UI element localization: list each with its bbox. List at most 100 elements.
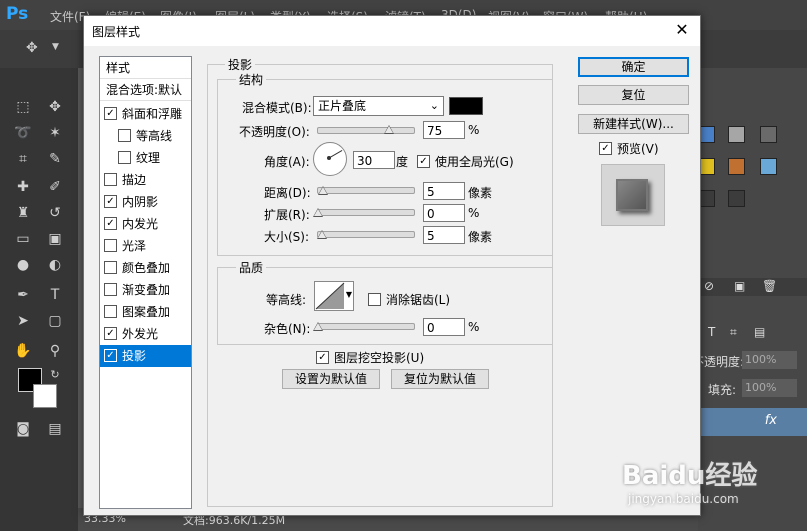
checkbox[interactable]: ✓ xyxy=(104,217,117,230)
size-slider-thumb[interactable] xyxy=(317,230,327,239)
stamp-tool-icon[interactable]: ♜ xyxy=(12,202,34,224)
style-item-inner-shadow[interactable]: ✓ 内阴影 xyxy=(100,191,191,213)
new-icon[interactable]: ▣ xyxy=(734,279,745,293)
new-style-button[interactable]: 新建样式(W)... xyxy=(578,114,689,134)
hand-tool-icon[interactable]: ✋ xyxy=(12,340,34,362)
style-item-inner-glow[interactable]: ✓ 内发光 xyxy=(100,213,191,235)
style-item-satin[interactable]: 光泽 xyxy=(100,235,191,257)
checkbox[interactable]: ✓ xyxy=(599,142,612,155)
checkbox[interactable] xyxy=(118,151,131,164)
style-item-stroke[interactable]: 描边 xyxy=(100,169,191,191)
shape-tool-icon[interactable]: ▢ xyxy=(44,310,66,332)
checkbox[interactable]: ✓ xyxy=(417,155,430,168)
shape-filter-icon[interactable]: ⌗ xyxy=(730,325,737,340)
checkbox[interactable]: ✓ xyxy=(316,351,329,364)
checkbox[interactable] xyxy=(104,173,117,186)
type-filter-icon[interactable]: T xyxy=(708,325,715,339)
checkbox[interactable] xyxy=(104,239,117,252)
marquee-tool-icon[interactable]: ⬚ xyxy=(12,96,34,118)
healing-brush-icon[interactable]: ✚ xyxy=(12,176,34,198)
spread-slider[interactable] xyxy=(317,209,415,216)
contour-picker[interactable]: ▼ xyxy=(314,281,354,311)
angle-input[interactable]: 30 xyxy=(353,151,395,169)
type-tool-icon[interactable]: T xyxy=(44,284,66,306)
style-item-outer-glow[interactable]: ✓ 外发光 xyxy=(100,323,191,345)
checkbox[interactable]: ✓ xyxy=(104,349,117,362)
checkbox[interactable]: ✓ xyxy=(104,195,117,208)
knockout-option[interactable]: ✓ 图层挖空投影(U) xyxy=(316,349,424,366)
style-item-texture[interactable]: 纹理 xyxy=(100,147,191,169)
checkbox[interactable]: ✓ xyxy=(104,327,117,340)
preview-option[interactable]: ✓ 预览(V) xyxy=(599,140,659,157)
reset-default-button[interactable]: 复位为默认值 xyxy=(391,369,489,389)
make-default-button[interactable]: 设置为默认值 xyxy=(282,369,380,389)
spread-slider-thumb[interactable] xyxy=(313,208,323,217)
chevron-down-icon[interactable]: ▼ xyxy=(52,42,59,52)
lasso-tool-icon[interactable]: ➰ xyxy=(12,122,34,144)
noise-slider-thumb[interactable] xyxy=(313,322,323,331)
style-swatch[interactable] xyxy=(728,190,745,207)
blend-options-item[interactable]: 混合选项:默认 xyxy=(100,79,191,101)
history-brush-icon[interactable]: ↺ xyxy=(44,202,66,224)
swap-colors-icon[interactable]: ↻ xyxy=(44,364,66,386)
eraser-tool-icon[interactable]: ▭ xyxy=(12,228,34,250)
style-item-drop-shadow[interactable]: ✓ 投影 xyxy=(100,345,191,367)
checkbox[interactable] xyxy=(368,293,381,306)
size-input[interactable]: 5 xyxy=(423,226,465,244)
style-swatch[interactable] xyxy=(728,126,745,143)
distance-input[interactable]: 5 xyxy=(423,182,465,200)
blur-tool-icon[interactable]: ● xyxy=(12,254,34,276)
noise-input[interactable]: 0 xyxy=(423,318,465,336)
style-item-contour[interactable]: 等高线 xyxy=(100,125,191,147)
checkbox[interactable] xyxy=(104,261,117,274)
style-item-pattern-overlay[interactable]: 图案叠加 xyxy=(100,301,191,323)
eyedropper-icon[interactable]: ✎ xyxy=(44,148,66,170)
dodge-tool-icon[interactable]: ◐ xyxy=(44,254,66,276)
crop-tool-icon[interactable]: ⌗ xyxy=(12,148,34,170)
distance-slider[interactable] xyxy=(317,187,415,194)
screen-mode-icon[interactable]: ▤ xyxy=(44,418,66,440)
gradient-tool-icon[interactable]: ▣ xyxy=(44,228,66,250)
zoom-tool-icon[interactable]: ⚲ xyxy=(44,340,66,362)
style-item-color-overlay[interactable]: 颜色叠加 xyxy=(100,257,191,279)
checkbox[interactable]: ✓ xyxy=(104,107,117,120)
quick-mask-icon[interactable]: ◙ xyxy=(12,418,34,440)
magic-wand-icon[interactable]: ✶ xyxy=(44,122,66,144)
layer-row[interactable]: fx xyxy=(698,408,807,436)
move-tool-icon[interactable]: ✥ xyxy=(26,40,38,56)
global-light-option[interactable]: ✓ 使用全局光(G) xyxy=(417,153,514,170)
style-swatch[interactable] xyxy=(760,158,777,175)
pen-tool-icon[interactable]: ✒ xyxy=(12,284,34,306)
trash-icon[interactable]: 🗑 xyxy=(762,279,777,293)
shadow-color-swatch[interactable] xyxy=(449,97,483,115)
opacity-slider[interactable] xyxy=(317,127,415,134)
checkbox[interactable] xyxy=(104,283,117,296)
styles-header[interactable]: 样式 xyxy=(100,57,191,79)
reset-button[interactable]: 复位 xyxy=(578,85,689,105)
angle-dial[interactable] xyxy=(313,142,347,176)
opacity-field[interactable]: 100% xyxy=(742,351,797,369)
checkbox[interactable] xyxy=(118,129,131,142)
style-item-gradient-overlay[interactable]: 渐变叠加 xyxy=(100,279,191,301)
path-select-icon[interactable]: ➤ xyxy=(12,310,34,332)
move-tool-icon[interactable]: ✥ xyxy=(44,96,66,118)
opacity-input[interactable]: 75 xyxy=(423,121,465,139)
distance-slider-thumb[interactable] xyxy=(318,186,328,195)
style-swatch[interactable] xyxy=(728,158,745,175)
ok-button[interactable]: 确定 xyxy=(578,57,689,77)
antialias-option[interactable]: 消除锯齿(L) xyxy=(368,291,450,308)
noise-slider[interactable] xyxy=(317,323,415,330)
size-slider[interactable] xyxy=(317,231,415,238)
brush-tool-icon[interactable]: ✐ xyxy=(44,176,66,198)
close-icon[interactable]: ✕ xyxy=(672,20,692,40)
smart-filter-icon[interactable]: ▤ xyxy=(754,325,765,339)
background-color[interactable] xyxy=(33,384,57,408)
opacity-slider-thumb[interactable] xyxy=(384,125,394,134)
spread-input[interactable]: 0 xyxy=(423,204,465,222)
style-item-bevel-emboss[interactable]: ✓ 斜面和浮雕 xyxy=(100,103,191,125)
checkbox[interactable] xyxy=(104,305,117,318)
blend-mode-select[interactable]: 正片叠底 ⌄ xyxy=(313,96,444,116)
fill-field[interactable]: 100% xyxy=(742,379,797,397)
style-swatch[interactable] xyxy=(760,126,777,143)
no-icon[interactable]: ⊘ xyxy=(704,279,714,293)
